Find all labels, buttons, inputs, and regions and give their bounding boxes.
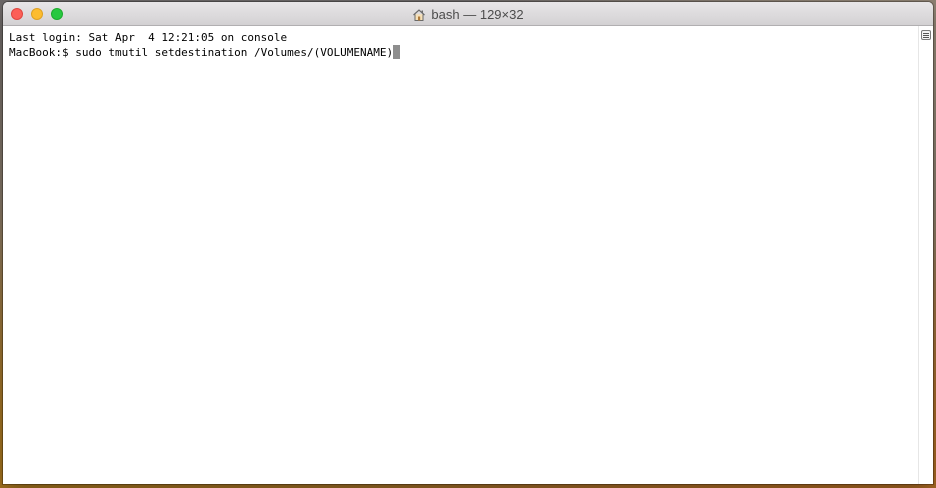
vertical-scrollbar[interactable] <box>918 26 933 484</box>
scrollbar-handle[interactable] <box>921 30 931 40</box>
title-bar[interactable]: bash — 129×32 <box>3 2 933 26</box>
window-title-group: bash — 129×32 <box>3 2 933 26</box>
home-icon <box>412 7 426 21</box>
window-title: bash — 129×32 <box>431 6 524 22</box>
prompt-command-text: MacBook:$ sudo tmutil setdestination /Vo… <box>9 46 394 59</box>
terminal-output[interactable]: Last login: Sat Apr 4 12:21:05 on consol… <box>3 26 918 484</box>
terminal-window: bash — 129×32 Last login: Sat Apr 4 12:2… <box>3 2 933 484</box>
terminal-line-last-login: Last login: Sat Apr 4 12:21:05 on consol… <box>9 31 288 44</box>
terminal-line-prompt[interactable]: MacBook:$ sudo tmutil setdestination /Vo… <box>9 45 912 60</box>
text-cursor <box>393 45 401 59</box>
